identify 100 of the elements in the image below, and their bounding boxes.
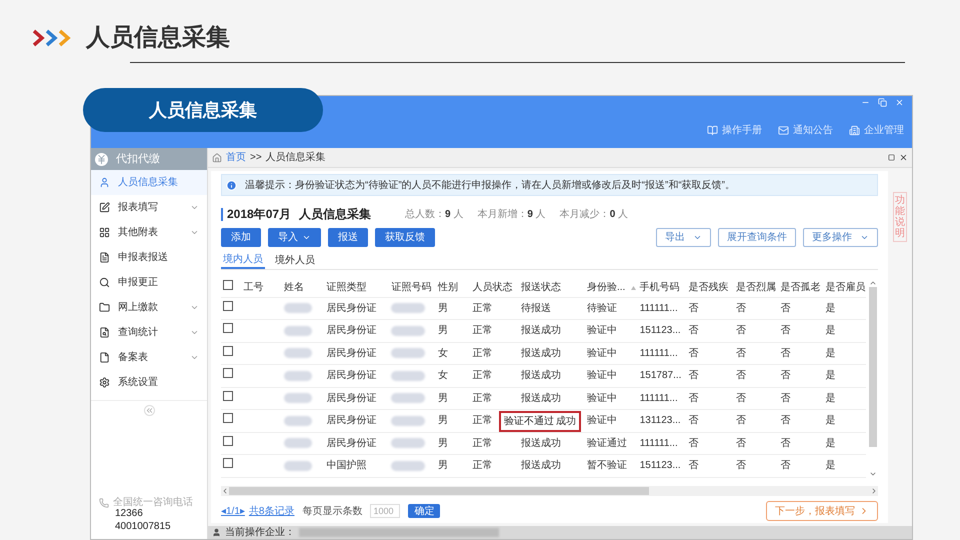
checkbox[interactable] — [223, 300, 233, 311]
checkbox[interactable] — [223, 458, 233, 468]
table-cell: 验证中 — [587, 325, 617, 336]
checkbox[interactable] — [223, 368, 233, 378]
table-cell: 验证中 — [587, 392, 617, 404]
maximize-icon[interactable] — [888, 154, 895, 161]
column-header[interactable]: 工号 — [243, 280, 264, 296]
outline-button[interactable]: 展开查询条件 — [718, 228, 796, 247]
table-cell: 是 — [825, 415, 836, 426]
sidebar-item[interactable]: 其他附表 — [91, 220, 207, 245]
table-cell: 女 — [438, 348, 448, 359]
building-icon — [849, 125, 860, 136]
sidebar-item[interactable]: 申报更正 — [91, 270, 207, 295]
sidebar-item[interactable]: 查询统计 — [91, 320, 207, 345]
checkbox[interactable] — [223, 436, 233, 446]
confirm-button[interactable]: 确定 — [408, 504, 440, 518]
table-cell: 正常 — [472, 392, 492, 404]
table-cell: 验证中 — [587, 348, 617, 359]
action-button[interactable]: 添加 — [221, 228, 261, 247]
horizontal-scrollbar[interactable] — [221, 486, 878, 496]
checkbox[interactable] — [223, 390, 233, 401]
table-cell: 暂不验证 — [587, 460, 627, 472]
table-cell: 男 — [438, 302, 448, 314]
table-cell: 否 — [736, 325, 746, 336]
redacted-blur — [284, 460, 312, 471]
table-cell: 否 — [688, 415, 698, 426]
scroll-right-icon[interactable] — [870, 486, 878, 495]
column-header[interactable]: 身份验... — [587, 280, 626, 296]
table-cell: 女 — [438, 370, 448, 382]
tab[interactable]: 境外人员 — [273, 252, 317, 269]
callout-text: 验证不通过 — [504, 414, 554, 429]
table-cell: 是 — [825, 348, 836, 359]
column-header[interactable]: 手机号码 — [640, 280, 680, 296]
table-cell: 否 — [780, 392, 791, 404]
hotline-label: 全国统一咨询电话 — [113, 498, 193, 508]
column-header[interactable]: 是否烈属 — [736, 280, 776, 296]
table-cell: 报送成功 — [521, 392, 562, 404]
checkbox[interactable] — [223, 413, 233, 424]
file-search-icon — [99, 327, 110, 338]
checkbox[interactable] — [223, 323, 233, 334]
column-header[interactable]: 证照类型 — [326, 280, 366, 296]
table-cell: 151787... — [640, 370, 682, 382]
column-header[interactable]: 姓名 — [284, 280, 304, 296]
table-cell: 报送成功 — [521, 348, 562, 359]
sidebar-item[interactable]: 备案表 — [91, 345, 207, 370]
table-cell: 男 — [438, 415, 448, 426]
restore-icon[interactable] — [878, 98, 887, 107]
sidebar-item[interactable]: 系统设置 — [91, 370, 207, 395]
redacted-blur — [391, 303, 426, 314]
redacted-blur — [284, 438, 312, 448]
table-cell: 151123... — [640, 325, 681, 336]
action-button[interactable]: 导入 — [268, 228, 321, 247]
outline-button[interactable]: 更多操作 — [803, 228, 878, 247]
table-cell: 否 — [688, 325, 698, 336]
action-button[interactable]: 获取反馈 — [375, 228, 435, 247]
redacted-blur — [391, 416, 426, 426]
sidebar-item[interactable]: 网上缴款 — [91, 295, 207, 320]
per-page-label: 每页显示条数 — [302, 504, 362, 518]
vertical-scrollbar[interactable] — [868, 279, 878, 478]
phone-icon — [99, 498, 109, 508]
checkbox[interactable] — [223, 346, 233, 356]
sidebar-item[interactable]: 人员信息采集 — [91, 170, 207, 195]
redacted-blur — [284, 416, 312, 426]
table-cell: 否 — [736, 460, 746, 472]
table-cell: 否 — [736, 348, 746, 359]
column-header[interactable]: 人员状态 — [472, 280, 512, 296]
column-header[interactable]: 报送状态 — [521, 280, 562, 296]
column-header[interactable]: 是否残疾 — [688, 280, 728, 296]
table-cell-text: 成功 — [556, 414, 576, 429]
breadcrumb-text: >> — [250, 151, 262, 165]
table-cell: 验证中 — [587, 370, 617, 382]
user-icon — [99, 177, 110, 188]
table-cell: 131123... — [640, 415, 681, 426]
action-button[interactable]: 报送 — [328, 228, 368, 247]
table-cell: 否 — [780, 415, 791, 426]
column-header[interactable]: 性别 — [438, 280, 458, 296]
tab[interactable]: 境内人员 — [221, 252, 265, 269]
scroll-left-icon[interactable] — [221, 486, 229, 495]
page-link[interactable]: ◂1/1▸ — [221, 504, 245, 518]
column-header[interactable]: 是否雇员 — [825, 280, 866, 296]
table-cell: 否 — [780, 348, 791, 359]
record-count-link[interactable]: 共8条记录 — [248, 504, 294, 518]
table-cell: 正常 — [472, 460, 492, 472]
scroll-up-icon[interactable] — [869, 279, 877, 287]
table-cell: 111111... — [640, 302, 678, 314]
table-cell: 否 — [780, 370, 791, 382]
table-cell: 否 — [688, 392, 698, 404]
checkbox[interactable] — [223, 280, 233, 290]
user-icon — [212, 528, 221, 537]
sidebar-item[interactable]: 报表填写 — [91, 195, 207, 220]
period-title: 2018年07月 — [227, 206, 292, 223]
table-cell: 报送成功 — [521, 460, 562, 472]
column-header[interactable]: 证照号码 — [391, 280, 432, 296]
breadcrumb-link[interactable]: 首页 — [226, 150, 246, 165]
close-icon[interactable] — [899, 153, 908, 162]
outline-button[interactable]: 导出 — [656, 228, 711, 247]
column-header[interactable]: 是否孤老 — [780, 280, 821, 296]
sidebar-item[interactable]: 申报表报送 — [91, 245, 207, 270]
table-cell: 居民身份证 — [326, 415, 376, 426]
table-cell: 是 — [825, 302, 836, 314]
